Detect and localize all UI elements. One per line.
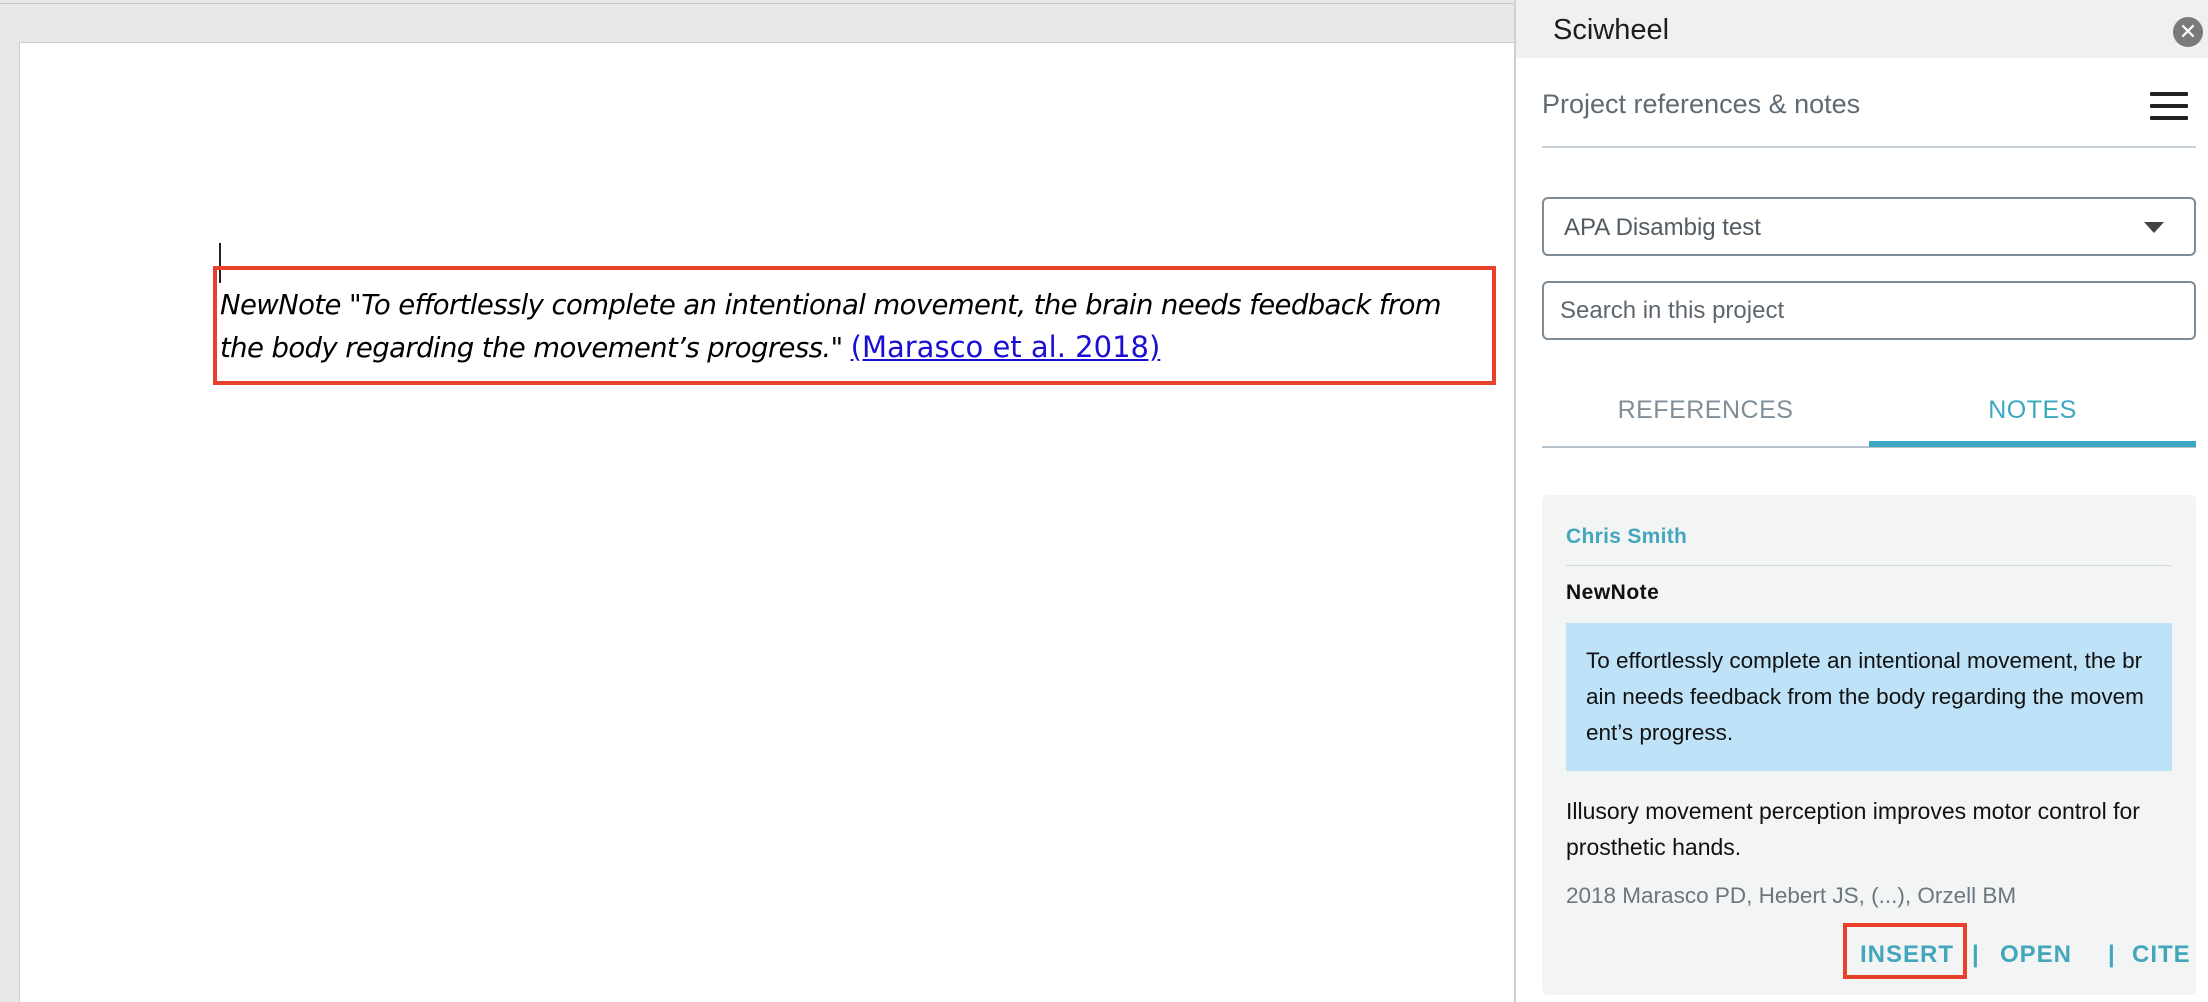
- inserted-note-line-2-text: the body regarding the movement’s progre…: [220, 332, 851, 364]
- tab-notes[interactable]: NOTES: [1869, 396, 2196, 425]
- note-reference-title: Illusory movement perception improves mo…: [1566, 798, 2140, 860]
- document-page[interactable]: [19, 42, 1514, 1002]
- note-reference-authors: 2018 Marasco PD, Hebert JS, (...), Orzel…: [1566, 883, 2017, 908]
- sidebar-title: Sciwheel: [1553, 14, 1670, 46]
- citation-link[interactable]: (Marasco et al. 2018): [851, 330, 1161, 364]
- project-select-value: APA Disambig test: [1564, 214, 1761, 241]
- note-quote: To effortlessly complete an intentional …: [1566, 623, 2172, 771]
- project-select[interactable]: APA Disambig test: [1542, 197, 2196, 256]
- cite-button[interactable]: CITE: [2132, 941, 2191, 969]
- note-card: Chris Smith NewNote To effortlessly comp…: [1542, 495, 2196, 995]
- action-separator: |: [1972, 941, 1979, 968]
- hamburger-menu-icon[interactable]: [2150, 92, 2188, 120]
- note-divider: [1566, 565, 2172, 566]
- active-tab-indicator: [1869, 441, 2196, 447]
- search-input[interactable]: [1542, 281, 2196, 340]
- tab-bar: REFERENCES NOTES: [1542, 388, 2196, 448]
- document-area: NewNote "To effortlessly complete an int…: [0, 0, 1514, 1002]
- inserted-note-line-2: the body regarding the movement’s progre…: [220, 326, 1490, 369]
- action-separator: |: [2108, 941, 2115, 968]
- open-button[interactable]: OPEN: [2000, 941, 2072, 969]
- close-icon[interactable]: ✕: [2173, 17, 2203, 47]
- window-top-border: [0, 3, 1514, 4]
- inserted-note-text[interactable]: NewNote "To effortlessly complete an int…: [220, 284, 1490, 369]
- heading-divider: [1542, 146, 2196, 148]
- chevron-down-icon: [2144, 222, 2164, 233]
- panel-heading: Project references & notes: [1542, 89, 1861, 119]
- inserted-note-line-1: NewNote "To effortlessly complete an int…: [220, 289, 1442, 321]
- tab-references[interactable]: REFERENCES: [1542, 396, 1869, 425]
- sciwheel-sidebar: Sciwheel ✕ Project references & notes AP…: [1514, 0, 2208, 1002]
- note-author: Chris Smith: [1566, 525, 1688, 548]
- note-title: NewNote: [1566, 581, 1660, 604]
- insert-button-highlight: [1843, 923, 1967, 979]
- sidebar-titlebar: Sciwheel ✕: [1516, 0, 2208, 58]
